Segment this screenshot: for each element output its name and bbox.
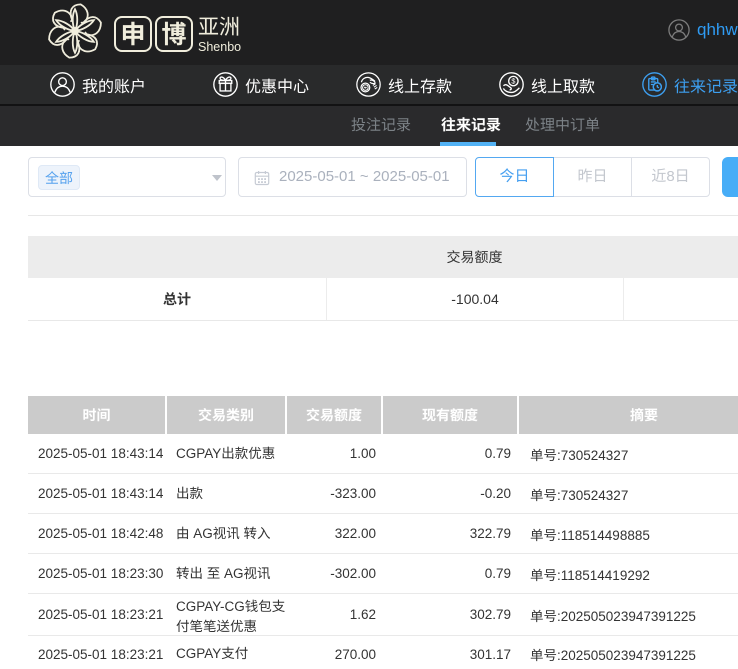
svg-text:$: $ xyxy=(511,76,515,85)
